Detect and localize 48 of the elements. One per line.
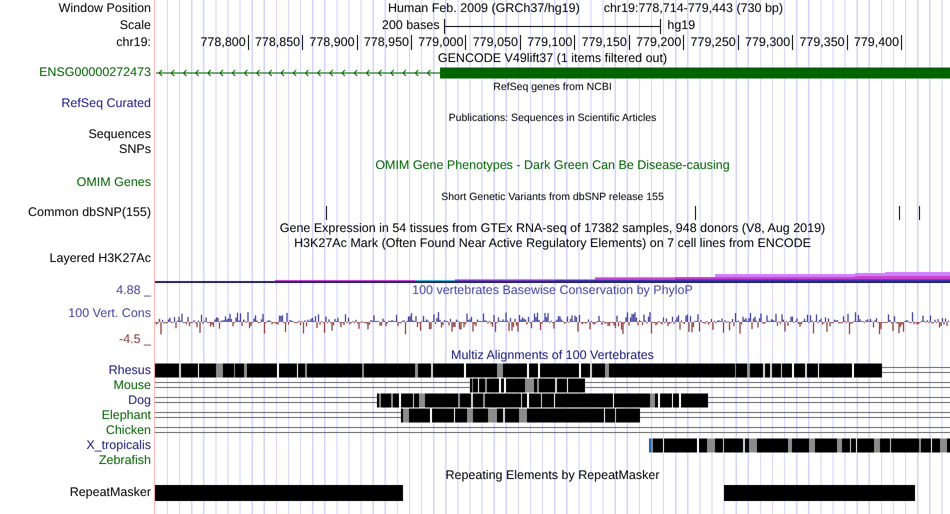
species-label: Mouse	[113, 378, 151, 392]
track-title: Short Genetic Variants from dbSNP release 155	[441, 192, 664, 204]
ruler-tick-label: 779,250	[690, 35, 739, 50]
species-label: X_tropicalis	[86, 438, 151, 452]
ruler-tick-label: 778,850	[254, 35, 304, 50]
track-title: 100 vertebrates Basewise Conservation by PhyloP	[412, 284, 693, 298]
scale-db-label: hg19	[666, 19, 696, 33]
track-title: H3K27Ac Mark (Often Found Near Active Regulatory Elements) on 7 cell lines from ENCODE	[294, 237, 811, 251]
ruler-tick-label: 778,800	[200, 35, 249, 50]
ruler-tick-label: 779,100	[527, 35, 576, 50]
ruler-tick-label: 779,000	[418, 35, 466, 50]
track-label: RepeatMasker	[70, 486, 151, 500]
ruler-tick-label: 779,400	[854, 35, 902, 50]
track-title: Publications: Sequences in Scientific Articles	[448, 113, 656, 125]
ruler-tick-label: 778,950	[364, 35, 412, 50]
window-position-label: Window Position	[58, 2, 151, 16]
species-label: Elephant	[102, 408, 151, 422]
ruler-tick-label: 779,350	[799, 35, 848, 50]
species-label: Dog	[128, 394, 151, 408]
ruler-tick-label: 779,200	[636, 35, 684, 50]
track-label: 100 Vert. Cons	[68, 307, 151, 321]
axis-min-label: -4.5 _	[119, 333, 151, 347]
track-label: OMIM Genes	[76, 176, 151, 190]
species-label: Rhesus	[108, 364, 151, 378]
track-label: Sequences	[88, 128, 151, 142]
track-title: GENCODE V49lift37 (1 items filtered out)	[438, 52, 668, 66]
track-title: OMIM Gene Phenotypes - Dark Green Can Be Disease-causing	[375, 159, 730, 173]
track-title: RefSeq genes from NCBI	[493, 82, 612, 94]
scale-text: 200 bases	[380, 19, 441, 33]
track-label: Common dbSNP(155)	[28, 206, 151, 220]
track-label: SNPs	[119, 142, 151, 156]
track-title: Multiz Alignments of 100 Vertebrates	[451, 349, 654, 363]
gene-label: ENSG00000272473	[39, 66, 151, 80]
ruler-tick-label: 779,150	[582, 35, 630, 50]
scale-label: Scale	[120, 19, 151, 33]
position-text: chr19:778,714-779,443 (730 bp)	[604, 2, 784, 16]
species-label: Chicken	[106, 424, 151, 438]
track-title: Repeating Elements by RepeatMasker	[445, 469, 660, 483]
axis-max-label: 4.88 _	[116, 284, 151, 298]
ruler-tick-label: 778,900	[309, 35, 358, 50]
assembly-title: Human Feb. 2009 (GRCh37/hg19)	[388, 2, 580, 16]
track-label: RefSeq Curated	[61, 96, 151, 110]
species-label: Zebrafish	[98, 454, 151, 468]
track-label: Layered H3K27Ac	[50, 252, 151, 266]
ruler-tick-label: 779,050	[472, 35, 521, 50]
ruler-tick-label: 779,300	[745, 35, 794, 50]
track-title: Gene Expression in 54 tissues from GTEx RNA-seq of 17382 samples, 948 donors (V8, Aug 2019)	[280, 222, 826, 236]
chromosome-label: chr19:	[116, 36, 151, 50]
